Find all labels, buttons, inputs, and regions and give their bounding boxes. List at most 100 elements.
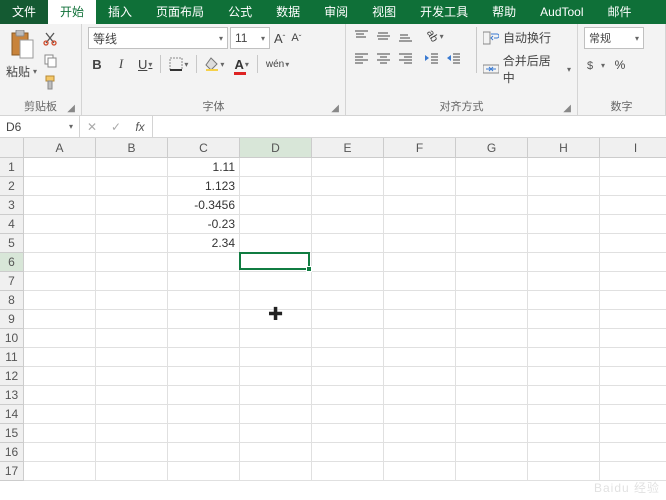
cell-E14[interactable] (312, 405, 384, 424)
underline-button[interactable]: U▾ (136, 54, 154, 74)
cancel-formula-button[interactable]: ✕ (80, 116, 104, 137)
cell-E11[interactable] (312, 348, 384, 367)
cell-A8[interactable] (24, 291, 96, 310)
paste-button[interactable] (7, 27, 37, 63)
row-header-4[interactable]: 4 (0, 215, 24, 234)
cell-B4[interactable] (96, 215, 168, 234)
row-header-1[interactable]: 1 (0, 158, 24, 177)
cell-I15[interactable] (600, 424, 666, 443)
cell-G8[interactable] (456, 291, 528, 310)
cell-I13[interactable] (600, 386, 666, 405)
cell-H12[interactable] (528, 367, 600, 386)
cell-B5[interactable] (96, 234, 168, 253)
tab-页面布局[interactable]: 页面布局 (144, 0, 216, 24)
cell-I3[interactable] (600, 196, 666, 215)
font-size-select[interactable]: 11▾ (230, 27, 270, 49)
cell-F15[interactable] (384, 424, 456, 443)
align-launcher[interactable]: ◢ (563, 103, 571, 114)
cell-H4[interactable] (528, 215, 600, 234)
cell-A7[interactable] (24, 272, 96, 291)
cell-F3[interactable] (384, 196, 456, 215)
row-header-10[interactable]: 10 (0, 329, 24, 348)
cell-G15[interactable] (456, 424, 528, 443)
cell-I11[interactable] (600, 348, 666, 367)
tab-插入[interactable]: 插入 (96, 0, 144, 24)
cell-A11[interactable] (24, 348, 96, 367)
row-header-3[interactable]: 3 (0, 196, 24, 215)
row-header-16[interactable]: 16 (0, 443, 24, 462)
row-header-11[interactable]: 11 (0, 348, 24, 367)
cell-F5[interactable] (384, 234, 456, 253)
cell-E8[interactable] (312, 291, 384, 310)
cell-F12[interactable] (384, 367, 456, 386)
cell-E2[interactable] (312, 177, 384, 196)
cell-D8[interactable] (240, 291, 312, 310)
cell-D10[interactable] (240, 329, 312, 348)
cell-H13[interactable] (528, 386, 600, 405)
cell-I4[interactable] (600, 215, 666, 234)
tab-开发工具[interactable]: 开发工具 (408, 0, 480, 24)
cell-G13[interactable] (456, 386, 528, 405)
cell-C4[interactable]: -0.23 (168, 215, 240, 234)
col-header-I[interactable]: I (600, 138, 666, 158)
cell-F13[interactable] (384, 386, 456, 405)
cell-D12[interactable] (240, 367, 312, 386)
format-painter-button[interactable] (41, 73, 59, 91)
accounting-format-button[interactable]: $▾ (584, 55, 607, 75)
cell-A9[interactable] (24, 310, 96, 329)
cell-C11[interactable] (168, 348, 240, 367)
cell-G9[interactable] (456, 310, 528, 329)
cell-A4[interactable] (24, 215, 96, 234)
tab-帮助[interactable]: 帮助 (480, 0, 528, 24)
cell-G4[interactable] (456, 215, 528, 234)
cell-H7[interactable] (528, 272, 600, 291)
cell-G12[interactable] (456, 367, 528, 386)
cell-D13[interactable] (240, 386, 312, 405)
col-header-H[interactable]: H (528, 138, 600, 158)
cell-E15[interactable] (312, 424, 384, 443)
tab-开始[interactable]: 开始 (48, 0, 96, 24)
copy-button[interactable] (41, 51, 59, 69)
cell-A10[interactable] (24, 329, 96, 348)
cell-H1[interactable] (528, 158, 600, 177)
cell-H5[interactable] (528, 234, 600, 253)
cell-E4[interactable] (312, 215, 384, 234)
cell-B8[interactable] (96, 291, 168, 310)
align-bottom-button[interactable] (396, 27, 414, 45)
align-right-button[interactable] (396, 49, 414, 67)
font-launcher[interactable]: ◢ (331, 103, 339, 114)
align-top-button[interactable] (352, 27, 370, 45)
cell-C1[interactable]: 1.11 (168, 158, 240, 177)
cell-D7[interactable] (240, 272, 312, 291)
cell-G10[interactable] (456, 329, 528, 348)
row-header-15[interactable]: 15 (0, 424, 24, 443)
cell-C15[interactable] (168, 424, 240, 443)
cell-B2[interactable] (96, 177, 168, 196)
cell-A17[interactable] (24, 462, 96, 481)
cell-C16[interactable] (168, 443, 240, 462)
italic-button[interactable]: I (112, 54, 130, 74)
cell-G2[interactable] (456, 177, 528, 196)
cell-H6[interactable] (528, 253, 600, 272)
cell-D5[interactable] (240, 234, 312, 253)
increase-indent-button[interactable] (444, 49, 462, 67)
cell-D9[interactable] (240, 310, 312, 329)
cell-G3[interactable] (456, 196, 528, 215)
cell-A2[interactable] (24, 177, 96, 196)
cell-F8[interactable] (384, 291, 456, 310)
cell-H3[interactable] (528, 196, 600, 215)
cell-E12[interactable] (312, 367, 384, 386)
cell-F11[interactable] (384, 348, 456, 367)
cell-H15[interactable] (528, 424, 600, 443)
cell-B10[interactable] (96, 329, 168, 348)
row-header-8[interactable]: 8 (0, 291, 24, 310)
cell-D17[interactable] (240, 462, 312, 481)
row-header-17[interactable]: 17 (0, 462, 24, 481)
col-header-G[interactable]: G (456, 138, 528, 158)
align-center-button[interactable] (374, 49, 392, 67)
row-header-12[interactable]: 12 (0, 367, 24, 386)
orientation-button[interactable]: ab▾ (422, 27, 448, 45)
cell-F16[interactable] (384, 443, 456, 462)
merge-center-button[interactable]: 合并后居中▾ (483, 52, 571, 86)
cell-B15[interactable] (96, 424, 168, 443)
